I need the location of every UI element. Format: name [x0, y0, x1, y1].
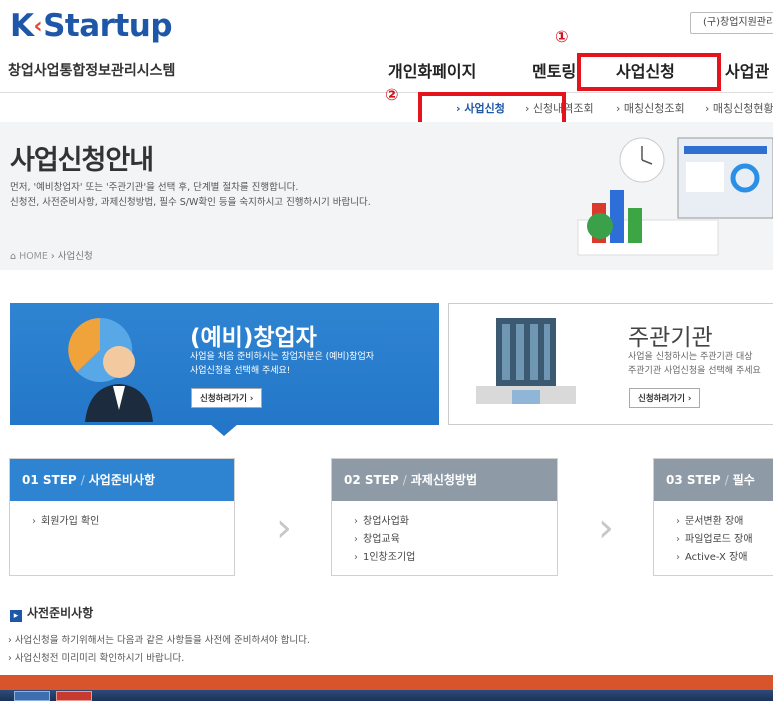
step-title-2: 과제신청방법 [410, 473, 477, 487]
system-title: 창업사업통합정보관리시스템 [8, 63, 176, 79]
step-number-1: 01 STEP [22, 473, 77, 487]
step-header-2: 02 STEP / 과제신청방법 [332, 459, 557, 501]
prep-title-text: 사전준비사항 [27, 606, 94, 620]
square-arrow-icon: ▸ [10, 610, 22, 622]
home-icon: ⌂ [10, 251, 17, 262]
hero-desc-line1: 먼저, '예비창업자' 또는 '주관기관'을 선택 후, 단계별 절차를 진행합… [10, 182, 299, 193]
step-title-3: 필수 [732, 473, 755, 487]
breadcrumb: ⌂ HOME › 사업신청 [10, 248, 93, 262]
organization-title: 주관기관 [628, 325, 713, 351]
gnb-business-mgmt[interactable]: 사업관 [725, 58, 769, 82]
entrepreneur-desc-1: 사업을 처음 준비하시는 창업자분은 (예비)창업자 [190, 352, 375, 362]
footer-bar [0, 675, 773, 690]
entrepreneur-title: (예비)창업자 [190, 325, 317, 351]
step-card-1: 01 STEP/사업준비사항 회원가입 확인 [9, 458, 235, 576]
step-item[interactable]: 문서변환 장애 [676, 513, 753, 531]
entrepreneur-apply-button[interactable]: 신청하려가기 › [191, 388, 263, 408]
subnav-matching-inquiry[interactable]: › 매칭신청조회 [616, 100, 685, 116]
step-header-3: 03 STEP / 필수 [654, 459, 773, 501]
step-title-1: 사업준비사항 [88, 473, 155, 487]
entrepreneur-desc-2: 사업신청을 선택해 주세요! [190, 366, 291, 376]
step-number-2: 02 STEP [344, 473, 399, 487]
gnb-mentoring[interactable]: 멘토링 [532, 58, 576, 82]
step-list-3: 문서변환 장애 파일업로드 장애 Active-X 장애 [676, 513, 753, 567]
kstartup-logo[interactable]: K‹Startup [10, 8, 173, 44]
step-card-3: 03 STEP/필수 문서변환 장애 파일업로드 장애 Active-X 장애 [653, 458, 773, 576]
organization-desc: 사업을 신청하시는 주관기관 대상 주관기관 사업신청을 선택해 주세요 [628, 350, 761, 378]
step-item[interactable]: 창업교육 [354, 531, 415, 549]
step-number-3: 03 STEP [666, 473, 721, 487]
prep-section-title: ▸ 사전준비사항 [10, 604, 93, 622]
highlight-box-2 [418, 92, 566, 126]
page-title: 사업신청안내 [10, 145, 154, 176]
step-card-2: 02 STEP/과제신청방법 창업사업화 창업교육 1인창조기업 [331, 458, 558, 576]
hero-description: 먼저, '예비창업자' 또는 '주관기관'을 선택 후, 단계별 절차를 진행합… [10, 180, 371, 210]
hero-illustration [577, 137, 773, 256]
gnb-personal-page[interactable]: 개인화페이지 [388, 58, 476, 82]
os-taskbar [0, 690, 773, 701]
entrepreneur-avatar-icon [68, 317, 153, 422]
organization-desc-2: 주관기관 사업신청을 선택해 주세요 [628, 366, 761, 376]
highlight-box-1 [577, 53, 721, 91]
breadcrumb-current: 사업신청 [57, 251, 93, 262]
breadcrumb-home[interactable]: HOME [19, 251, 48, 262]
annotation-2: ② [385, 85, 399, 104]
step-item[interactable]: 회원가입 확인 [32, 513, 99, 531]
prep-line-2: › 사업신청전 미리미리 확인하시기 바랍니다. [8, 653, 185, 664]
subnav-matching-status[interactable]: › 매칭신청현황 [705, 100, 773, 116]
step-item[interactable]: 창업사업화 [354, 513, 415, 531]
organization-desc-1: 사업을 신청하시는 주관기관 대상 [628, 352, 753, 362]
step-list-2: 창업사업화 창업교육 1인창조기업 [354, 513, 415, 567]
step-list-1: 회원가입 확인 [32, 513, 99, 531]
page: K‹Startup (구)창업지원관리 창업사업통합정보관리시스템 개인화페이지… [0, 0, 773, 701]
entrepreneur-card-pointer [210, 424, 238, 436]
logo-text: Startup [43, 8, 173, 44]
logo-arrow-icon: ‹ [33, 14, 43, 39]
organization-apply-button[interactable]: 신청하려가기 › [629, 388, 701, 408]
prep-line-1: › 사업신청을 하기위해서는 다음과 같은 사항들을 사전에 준비하셔야 합니다… [8, 635, 310, 646]
step-item[interactable]: 파일업로드 장애 [676, 531, 753, 549]
logo-k: K [10, 8, 34, 44]
step-header-1: 01 STEP / 사업준비사항 [10, 459, 234, 501]
hero-desc-line2: 신청전, 사전준비사항, 과제신청방법, 필수 S/W확인 등을 숙지하시고 진… [10, 197, 371, 208]
pdf-taskbar-icon[interactable] [56, 691, 92, 701]
entrepreneur-desc: 사업을 처음 준비하시는 창업자분은 (예비)창업자 사업신청을 선택해 주세요… [190, 350, 374, 378]
annotation-1: ① [555, 27, 569, 46]
chevron-right-icon: › [598, 505, 614, 551]
chevron-right-icon: › [276, 505, 292, 551]
ie-taskbar-icon[interactable] [14, 691, 50, 701]
old-site-link[interactable]: (구)창업지원관리 [690, 12, 773, 34]
step-item[interactable]: 1인창조기업 [354, 549, 415, 567]
step-item[interactable]: Active-X 장애 [676, 549, 753, 567]
building-icon [476, 318, 576, 404]
breadcrumb-separator-icon: › [50, 251, 58, 262]
